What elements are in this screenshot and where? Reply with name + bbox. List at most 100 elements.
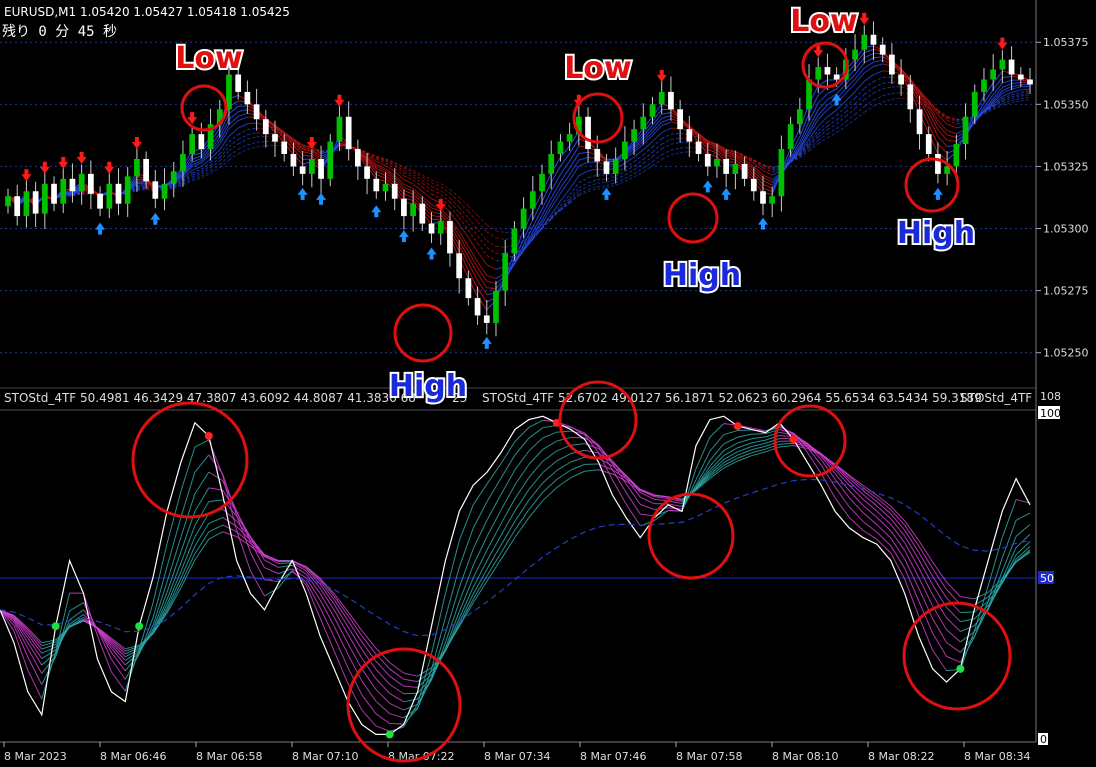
candle-body [373,178,380,192]
candle-body [170,171,177,184]
candle-body [14,196,21,217]
scale-max-label: 108 [1040,390,1061,403]
candle-body [603,161,610,174]
candle-body [548,154,555,174]
candle-body [723,158,730,174]
candle-body [594,149,601,162]
candle-body [308,158,315,174]
candle-body [907,84,914,110]
candle-body [60,178,67,204]
candle-body [106,183,113,209]
candle-body [318,158,324,179]
candle-body [686,129,693,142]
candle-body [962,116,969,145]
price-tick-label: 1.05350 [1043,98,1089,111]
candle-body [861,34,868,50]
high-label: High [897,216,975,251]
candle-body [474,298,481,316]
time-tick-label: 8 Mar 06:58 [196,750,262,763]
candle-body [253,104,260,120]
candle-body [833,74,840,80]
candle-body [695,141,702,154]
oversold-dot [51,622,60,631]
candle-body [539,173,545,192]
level-bottom-label: 0 [1040,733,1047,746]
candle-body [953,144,960,167]
candle-body [5,196,11,207]
candle-body [143,158,149,182]
candle-body [32,191,39,214]
time-tick-label: 8 Mar 07:34 [484,750,550,763]
candle-body [668,91,674,110]
candle-body [493,290,499,323]
oscillator-band-segment [751,433,766,435]
candle-body [898,74,904,85]
time-tick-label: 8 Mar 07:46 [580,750,646,763]
candle-body [732,163,739,174]
candle-body [299,166,306,174]
candle-body [971,91,978,117]
high-label: High [389,369,467,404]
candle-body [364,166,370,179]
candle-body [935,154,941,174]
candle-body [925,134,932,154]
candle-body [419,203,426,224]
time-tick-label: 8 Mar 07:58 [676,750,742,763]
candle-body [290,154,297,167]
candle-body [336,116,343,142]
candle-body [649,104,656,117]
candle-body [815,67,822,80]
candle-body [585,116,591,150]
candle-body [401,198,407,217]
candle-body [557,141,564,154]
candle-body [23,191,30,217]
candle-body [778,149,785,197]
price-tick-label: 1.05250 [1043,347,1089,360]
candle-body [244,91,251,105]
moving-average-segment [1020,85,1031,88]
symbol-info: EURUSD,M1 1.05420 1.05427 1.05418 1.0542… [4,5,290,19]
candle-body [529,191,536,209]
price-tick-label: 1.05300 [1043,223,1089,236]
candle-body [78,173,85,192]
candle-body [1027,79,1033,85]
overbought-dot [204,431,213,440]
time-tick-label: 8 Mar 2023 [4,750,67,763]
candle-body [760,191,766,204]
candle-body [631,129,637,142]
candle-body [41,183,48,214]
candle-body [355,149,361,167]
price-tick-label: 1.05275 [1043,285,1089,298]
candle-body [180,154,186,172]
candle-body [824,67,831,75]
indicator-label-3: STOStd_4TF [960,391,1032,405]
candle-body [272,134,278,142]
oversold-dot [385,730,394,739]
level-mid-label: 50 [1040,572,1054,585]
candle-body [990,69,997,80]
candle-body [447,221,453,254]
candle-body [999,59,1006,70]
candle-body [677,109,683,130]
time-tick-label: 8 Mar 08:34 [964,750,1030,763]
candle-body [1017,74,1024,80]
overbought-dot [789,435,798,444]
candle-body [115,183,122,204]
candle-body [465,278,472,299]
candle-body [806,79,812,110]
time-tick-label: 8 Mar 08:22 [868,750,934,763]
candle-body [345,116,352,150]
candle-body [511,228,518,254]
candle-body [944,166,950,174]
candle-body [622,141,628,159]
price-tick-label: 1.05375 [1043,36,1089,49]
countdown-timer: 残り 0 分 45 秒 [2,24,117,40]
oscillator-band-segment [960,611,975,614]
indicator-label-2: STOStd_4TF 52.6702 49.0127 56.1871 52.06… [482,391,982,405]
price-tick-label: 1.05325 [1043,160,1089,173]
candle-body [327,141,334,179]
oversold-dot [135,622,144,631]
candle-body [410,203,416,217]
high-label: High [663,258,741,293]
candle-body [566,134,573,142]
